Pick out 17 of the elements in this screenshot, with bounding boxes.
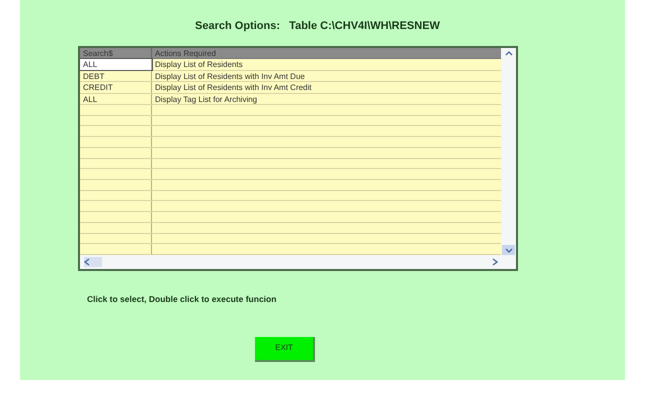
scroll-left-icon[interactable] [84,257,102,267]
table-cell-text: Display List of Residents with Inv Amt Credit [154,82,313,92]
table-cell-text: Display List of Residents [154,59,244,70]
table-cell: DEBT [80,70,152,81]
instruction-text: Click to select, Double click to execute funcion [87,294,276,304]
table-cell: CREDIT [80,82,152,92]
table-cell: ALL [80,59,152,70]
window-title: Search Options: Table C:\CHV4I\WH\RESNEW [195,18,440,34]
table-cell-text: Display List of Residents with Inv Amt Due [154,70,306,81]
horizontal-scrollbar[interactable] [80,255,516,269]
table-cell: ALL [80,94,152,104]
scroll-right-icon[interactable] [490,257,500,267]
column-header[interactable]: Actions Required [152,48,501,58]
exit-button[interactable]: EXIT [255,336,315,362]
table-cell-text: Display Tag List for Archiving [154,94,258,104]
vertical-scrollbar[interactable] [501,48,516,255]
scroll-down-icon[interactable] [502,245,515,255]
